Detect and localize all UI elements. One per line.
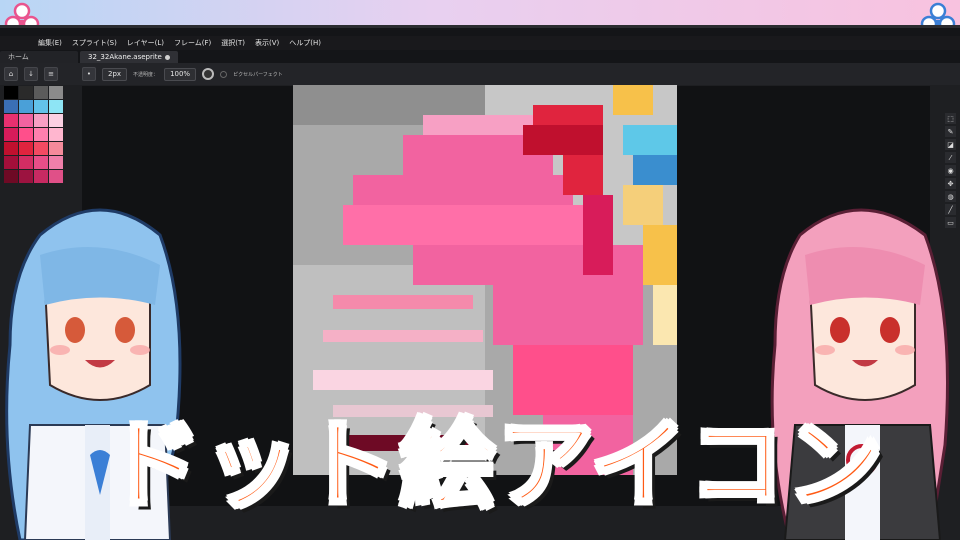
palette-swatch[interactable]: [4, 100, 18, 113]
palette-swatch[interactable]: [34, 86, 48, 99]
title-bar: [0, 28, 960, 36]
menu-frame[interactable]: フレーム(F): [174, 38, 211, 48]
palette-swatch[interactable]: [4, 156, 18, 169]
palette-swatch[interactable]: [49, 100, 63, 113]
palette-swatch[interactable]: [19, 170, 33, 183]
palette-swatch[interactable]: [34, 170, 48, 183]
brush-size-field[interactable]: 2px: [102, 67, 128, 81]
context-toolbar: ⌂ ↓ ≡ • 2px 不透明度： 100% ピクセルパーフェクト: [0, 63, 960, 85]
palette-swatch[interactable]: [4, 114, 18, 127]
tab-sprite-file[interactable]: 32_32Akane.aseprite: [80, 51, 178, 63]
move-tool-icon[interactable]: ✥: [945, 178, 956, 189]
modified-dot-icon[interactable]: [164, 54, 170, 60]
menu-sprite[interactable]: スプライト(S): [72, 38, 117, 48]
palette-swatch[interactable]: [49, 170, 63, 183]
tab-home[interactable]: ホーム: [0, 51, 78, 63]
menu-layer[interactable]: レイヤー(L): [127, 38, 164, 48]
palette-swatch[interactable]: [34, 128, 48, 141]
opacity-label: 不透明度：: [133, 71, 159, 78]
pixel-perfect-checkbox[interactable]: [220, 70, 228, 78]
eyedropper-tool-icon[interactable]: ⁄: [945, 152, 956, 163]
tab-bar: ホーム 32_32Akane.aseprite: [0, 50, 960, 63]
palette-swatch[interactable]: [49, 142, 63, 155]
palette-swatch[interactable]: [19, 86, 33, 99]
menu-help[interactable]: ヘルプ(H): [289, 38, 321, 48]
palette-swatch[interactable]: [4, 86, 18, 99]
palette-swatch[interactable]: [34, 156, 48, 169]
marquee-tool-icon[interactable]: ⬚: [945, 113, 956, 124]
palette-swatch[interactable]: [4, 170, 18, 183]
palette-swatch[interactable]: [34, 114, 48, 127]
zoom-tool-icon[interactable]: ◉: [945, 165, 956, 176]
palette-swatch[interactable]: [4, 142, 18, 155]
menu-view[interactable]: 表示(V): [255, 38, 279, 48]
palette-swatch[interactable]: [49, 128, 63, 141]
palette-swatch[interactable]: [4, 128, 18, 141]
menu-lines-icon[interactable]: ≡: [44, 67, 58, 81]
menu-select[interactable]: 選択(T): [221, 38, 245, 48]
palette-swatch[interactable]: [34, 100, 48, 113]
pencil-tool-icon[interactable]: ✎: [945, 126, 956, 137]
palette-swatch[interactable]: [19, 142, 33, 155]
palette-swatch[interactable]: [49, 156, 63, 169]
palette-swatch[interactable]: [34, 142, 48, 155]
tab-home-label: ホーム: [8, 53, 29, 61]
palette-swatch[interactable]: [19, 156, 33, 169]
ink-type-icon[interactable]: [202, 68, 215, 80]
palette-swatch[interactable]: [49, 114, 63, 127]
lock-icon[interactable]: ⌂: [4, 67, 18, 81]
palette-swatch[interactable]: [19, 114, 33, 127]
palette-swatch[interactable]: [19, 100, 33, 113]
palette-swatch[interactable]: [19, 128, 33, 141]
opacity-field[interactable]: 100%: [164, 67, 197, 81]
menu-bar: 編集(E) スプライト(S) レイヤー(L) フレーム(F) 選択(T) 表示(…: [0, 36, 960, 50]
palette-swatch[interactable]: [49, 86, 63, 99]
menu-edit[interactable]: 編集(E): [38, 38, 62, 48]
eraser-tool-icon[interactable]: ◪: [945, 139, 956, 150]
pixel-perfect-label: ピクセルパーフェクト: [233, 71, 283, 78]
brush-type-icon[interactable]: •: [82, 67, 96, 81]
arrow-down-icon[interactable]: ↓: [24, 67, 38, 81]
thumbnail-title: ドット絵アイコン: [103, 407, 885, 523]
tab-sprite-file-label: 32_32Akane.aseprite: [88, 53, 162, 61]
